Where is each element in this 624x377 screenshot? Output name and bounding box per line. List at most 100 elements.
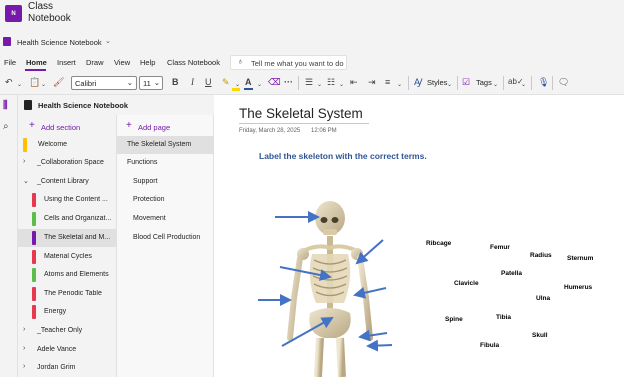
section-item[interactable]: Atoms and Elements [18, 266, 117, 284]
section-item[interactable]: Cells and Organizat... [18, 210, 117, 228]
section-item[interactable]: Using the Content ... [18, 191, 117, 209]
menu-insert[interactable]: Insert [57, 58, 76, 67]
section-item[interactable]: The Periodic Table [18, 285, 117, 303]
font-color-icon[interactable]: A [245, 76, 252, 88]
chevron-down-icon[interactable]: ⌄ [339, 79, 344, 91]
chevron-right-icon[interactable]: › [23, 363, 25, 370]
subpage-item[interactable]: Protection [117, 191, 214, 209]
page-date: Friday, March 28, 2025 [239, 128, 301, 134]
notebook-icon [24, 100, 32, 110]
page-label: Blood Cell Production [133, 234, 201, 241]
menu-help[interactable]: Help [140, 58, 155, 67]
align-icon[interactable]: ≡ [385, 76, 390, 88]
chevron-down-icon[interactable]: ⌄ [493, 79, 498, 91]
section-group[interactable]: › _Collaboration Space [18, 154, 117, 172]
section-group[interactable]: ⌄ _Content Library [18, 173, 117, 191]
search-icon[interactable]: ⌕ [3, 121, 9, 132]
menu-draw[interactable]: Draw [86, 58, 104, 67]
numbering-icon[interactable]: ☷ [327, 76, 335, 88]
tags-icon[interactable]: ☑ [462, 76, 470, 88]
plus-icon[interactable]: + [126, 121, 132, 131]
bullets-icon[interactable]: ☰ [305, 76, 313, 88]
dictate-icon[interactable]: 🎙 [538, 76, 549, 88]
instruction-text[interactable]: Label the skeleton with the correct term… [259, 151, 427, 161]
term-label[interactable]: Humerus [564, 284, 592, 291]
section-group-label: _Teacher Only [37, 327, 83, 334]
section-group-label: _Content Library [37, 178, 89, 185]
term-label[interactable]: Fibula [480, 342, 499, 349]
page-item-selected[interactable]: The Skeletal System [117, 136, 214, 154]
section-color-tab [32, 193, 36, 207]
undo-icon[interactable]: ↶ [5, 76, 13, 88]
term-label[interactable]: Tibia [496, 314, 511, 321]
font-size-select[interactable]: 11 ⌄ [139, 76, 163, 90]
subpage-item[interactable]: Blood Cell Production [117, 229, 214, 247]
plus-icon[interactable]: + [29, 121, 35, 131]
section-item[interactable]: Welcome [18, 136, 117, 154]
outdent-icon[interactable]: ⇤ [350, 76, 358, 88]
chevron-down-icon: ⌄ [153, 78, 160, 87]
chevron-down-icon[interactable]: ⌄ [397, 79, 402, 91]
chevron-down-icon[interactable]: ⌄ [17, 79, 22, 91]
section-group[interactable]: › _Teacher Only [18, 322, 117, 340]
section-group[interactable]: › Adele Vance [18, 341, 117, 359]
notebooks-icon[interactable]: ⫼ [3, 100, 8, 111]
page-title[interactable]: The Skeletal System [239, 106, 363, 121]
chevron-down-icon[interactable]: ⌄ [257, 79, 262, 91]
indent-icon[interactable]: ⇥ [368, 76, 376, 88]
notebook-name[interactable]: Health Science Notebook [17, 38, 102, 47]
menu-class-notebook[interactable]: Class Notebook [167, 58, 220, 67]
subpage-item[interactable]: Movement [117, 210, 214, 228]
paste-icon[interactable]: 📋 [29, 76, 40, 88]
section-group-label: Jordan Grim [37, 364, 76, 371]
section-group[interactable]: › Jordan Grim [18, 359, 117, 377]
menu-file[interactable]: File [4, 58, 16, 67]
chevron-right-icon[interactable]: › [23, 326, 25, 333]
term-label[interactable]: Ribcage [426, 240, 451, 247]
term-label[interactable]: Sternum [567, 255, 593, 262]
styles-icon[interactable]: Ꜽ [414, 76, 423, 88]
section-item[interactable]: Material Cycles [18, 248, 117, 266]
font-name-select[interactable]: Calibri ⌄ [71, 76, 137, 90]
format-painter-icon[interactable]: 🖌 [53, 76, 64, 88]
chevron-down-icon[interactable]: ⌄ [23, 177, 29, 185]
page-label: Movement [133, 215, 166, 222]
highlight-icon[interactable]: ✎ [222, 76, 230, 88]
chevron-down-icon[interactable]: ⌄ [447, 79, 452, 91]
term-label[interactable]: Clavicle [454, 280, 479, 287]
term-label[interactable]: Radius [530, 252, 552, 259]
page-label: Protection [133, 196, 165, 203]
sticky-note-icon[interactable]: 🗨 [558, 76, 569, 88]
term-label[interactable]: Skull [532, 332, 548, 339]
term-label[interactable]: Spine [445, 316, 463, 323]
section-item[interactable]: Energy [18, 303, 117, 321]
subpage-item[interactable]: Support [117, 173, 214, 191]
chevron-down-icon[interactable]: ⌄ [41, 79, 46, 91]
font-color-swatch [244, 88, 253, 90]
chevron-down-icon[interactable]: ⌄ [521, 79, 526, 91]
bold-button[interactable]: B [172, 76, 179, 88]
styles-button[interactable]: Styles [427, 78, 447, 87]
section-color-tab [32, 250, 36, 264]
chevron-down-icon[interactable]: ⌄ [317, 79, 322, 91]
tell-me-input[interactable]: Tell me what you want to do [251, 59, 344, 68]
menu-home[interactable]: Home [26, 58, 47, 67]
section-item-selected[interactable]: The Skeletal and M... [18, 229, 117, 247]
term-label[interactable]: Femur [490, 244, 510, 251]
chevron-down-icon[interactable]: ⌄ [105, 37, 111, 45]
menu-view[interactable]: View [114, 58, 130, 67]
tags-button[interactable]: Tags [476, 78, 492, 87]
underline-button[interactable]: U [205, 76, 212, 88]
chevron-right-icon[interactable]: › [23, 345, 25, 352]
chevron-down-icon[interactable]: ⌄ [235, 79, 240, 91]
term-label[interactable]: Patella [501, 270, 522, 277]
more-options-icon[interactable]: ··· [284, 76, 293, 88]
term-label[interactable]: Ulna [536, 295, 550, 302]
add-page-button[interactable]: Add page [138, 123, 170, 132]
clear-format-icon[interactable]: ⌫ [268, 76, 281, 88]
page-label: Support [133, 178, 158, 185]
chevron-right-icon[interactable]: › [23, 158, 25, 165]
add-section-button[interactable]: Add section [41, 123, 80, 132]
italic-button[interactable]: I [191, 76, 194, 88]
page-item[interactable]: Functions [117, 154, 214, 172]
